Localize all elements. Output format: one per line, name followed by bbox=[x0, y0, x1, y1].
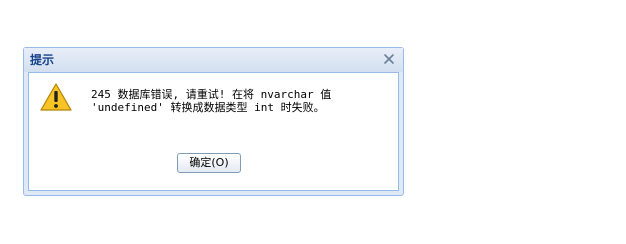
dialog-title: 提示 bbox=[30, 53, 55, 67]
error-message-line-2: 'undefined' 转换成数据类型 int 时失败。 bbox=[91, 101, 325, 114]
ok-button[interactable]: 确定(O) bbox=[177, 153, 241, 173]
close-icon[interactable] bbox=[382, 52, 396, 66]
warning-icon bbox=[40, 83, 72, 111]
dialog-body: 245 数据库错误, 请重试! 在将 nvarchar 值 'undefined… bbox=[28, 72, 399, 191]
message-dialog: 提示 245 数据库错误, 请重试! 在将 nvarchar 值 'undefi… bbox=[23, 47, 404, 196]
error-message-line-1: 245 数据库错误, 请重试! 在将 nvarchar 值 bbox=[91, 88, 332, 101]
dialog-titlebar[interactable]: 提示 bbox=[24, 48, 403, 73]
error-message: 245 数据库错误, 请重试! 在将 nvarchar 值 'undefined… bbox=[91, 88, 371, 114]
